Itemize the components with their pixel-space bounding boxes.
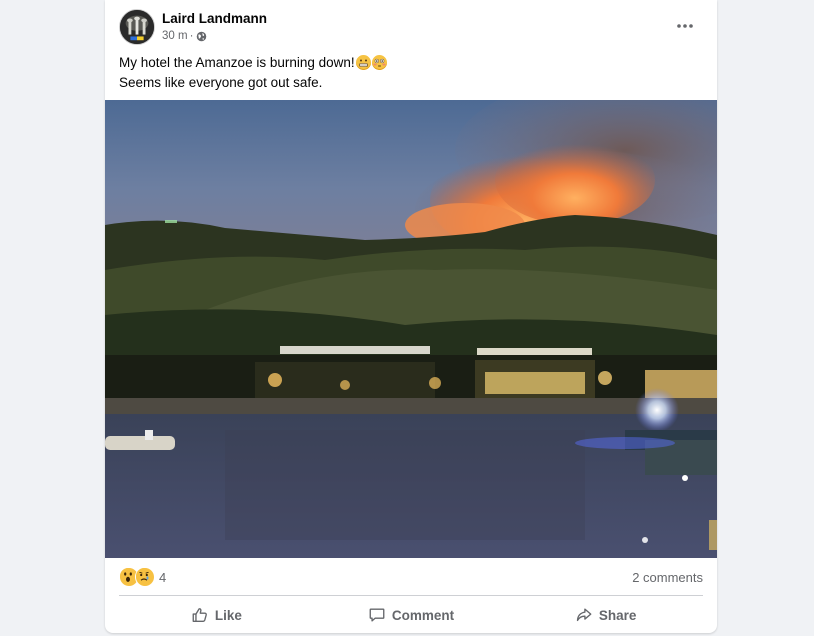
comment-icon — [369, 608, 385, 622]
avatar[interactable] — [119, 9, 155, 45]
grimacing-face-emoji-icon — [355, 55, 371, 70]
post-meta: 30 m · — [162, 30, 207, 42]
post-time[interactable]: 30 m — [162, 30, 188, 42]
post-text: My hotel the Amanzoe is burning down! Se… — [119, 53, 699, 93]
flushed-face-emoji-icon — [371, 55, 387, 70]
more-horizontal-icon — [677, 24, 693, 28]
comments-count[interactable]: 2 comments — [632, 570, 703, 585]
wildfire-photo-image — [105, 100, 717, 558]
share-button[interactable]: Share — [508, 598, 703, 632]
comment-button[interactable]: Comment — [314, 598, 509, 632]
post-card: Laird Landmann 30 m · My hotel the Amanz… — [105, 0, 717, 633]
sad-reaction-icon — [135, 567, 155, 587]
reaction-icons[interactable] — [119, 567, 155, 587]
actions-divider — [119, 595, 703, 596]
like-label: Like — [214, 607, 242, 623]
post-actions: Like Comment Share — [119, 598, 703, 632]
more-options-button[interactable] — [673, 14, 697, 38]
post-photo[interactable] — [105, 100, 717, 558]
author-name[interactable]: Laird Landmann — [162, 11, 267, 26]
meta-separator: · — [189, 30, 194, 42]
post-text-line-1: My hotel the Amanzoe is burning down! — [119, 53, 699, 73]
avatar-image — [120, 10, 154, 44]
post-header: Laird Landmann 30 m · — [105, 0, 717, 50]
thumbs-up-icon — [192, 608, 207, 622]
reactions-bar: 4 2 comments — [119, 566, 703, 588]
share-label: Share — [598, 607, 637, 623]
post-text-line-2: Seems like everyone got out safe. — [119, 75, 323, 90]
globe-icon — [197, 31, 207, 41]
reaction-count[interactable]: 4 — [159, 570, 166, 585]
like-button[interactable]: Like — [119, 598, 314, 632]
post-text-line-1-text: My hotel the Amanzoe is burning down! — [119, 55, 355, 70]
comment-label: Comment — [391, 607, 455, 623]
share-arrow-icon — [576, 608, 592, 622]
